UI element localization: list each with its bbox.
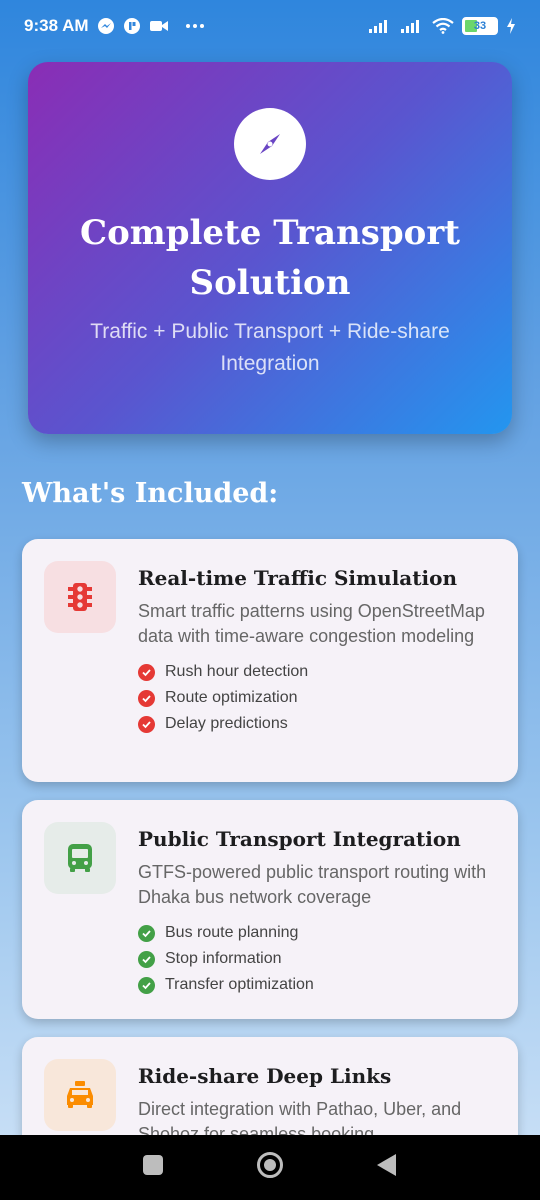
taxi-icon (44, 1059, 116, 1131)
feature-point: Delay predictions (165, 715, 288, 732)
feature-point: Stop information (165, 950, 282, 967)
status-right: 33 (368, 17, 516, 35)
list-item: Route optimization (138, 685, 498, 711)
charging-icon (506, 18, 516, 34)
feature-card-traffic[interactable]: Real-time Traffic Simulation Smart traff… (22, 539, 518, 782)
triangle-back-icon (377, 1154, 396, 1176)
bus-icon (44, 822, 116, 894)
list-item: Stop information (138, 946, 498, 972)
messenger-icon (97, 17, 115, 35)
circle-icon (257, 1152, 283, 1178)
status-left: 9:38 AM (24, 16, 205, 36)
status-bar: 9:38 AM 33 (0, 0, 540, 52)
more-icon (185, 23, 205, 29)
feature-description: Smart traffic patterns using OpenStreetM… (138, 601, 485, 646)
check-circle-icon (138, 950, 155, 968)
back-button[interactable] (376, 1153, 398, 1182)
check-circle-icon (138, 715, 155, 733)
list-item: Rush hour detection (138, 659, 498, 685)
square-icon (143, 1155, 163, 1175)
hero-title: Complete Transport Solution (80, 213, 460, 303)
list-item: Bus route planning (138, 920, 498, 946)
check-circle-icon (138, 924, 155, 942)
feature-description: GTFS-powered public transport routing wi… (138, 862, 487, 907)
feature-title: Public Transport Integration (138, 827, 461, 851)
feature-point: Rush hour detection (165, 663, 309, 680)
feature-point: Transfer optimization (165, 976, 314, 993)
section-title: What's Included: (22, 478, 279, 509)
signal-icon (368, 18, 392, 34)
compass-icon (234, 108, 306, 180)
hero-card: Complete Transport Solution Traffic + Pu… (28, 62, 512, 434)
status-time: 9:38 AM (24, 16, 89, 35)
feature-card-public-transport[interactable]: Public Transport Integration GTFS-powere… (22, 800, 518, 1019)
list-item: Transfer optimization (138, 972, 498, 998)
hero-subtitle: Traffic + Public Transport + Ride-share … (90, 320, 450, 375)
feature-body: Real-time Traffic Simulation Smart traff… (138, 563, 498, 737)
feature-body: Public Transport Integration GTFS-powere… (138, 824, 498, 998)
system-nav-bar (0, 1135, 540, 1200)
feature-points: Bus route planning Stop information Tran… (138, 920, 498, 998)
video-icon (149, 18, 169, 34)
battery-icon: 33 (462, 17, 498, 35)
feature-point: Route optimization (165, 689, 298, 706)
traffic-light-icon (44, 561, 116, 633)
wifi-icon (432, 18, 454, 34)
feature-points: Rush hour detection Route optimization D… (138, 659, 498, 737)
app-icon (123, 17, 141, 35)
list-item: Delay predictions (138, 711, 498, 737)
feature-title: Real-time Traffic Simulation (138, 566, 457, 590)
check-circle-icon (138, 689, 155, 707)
check-circle-icon (138, 663, 155, 681)
feature-title: Ride-share Deep Links (138, 1064, 392, 1088)
home-button[interactable] (256, 1151, 284, 1184)
battery-level: 33 (473, 20, 487, 32)
signal-icon-2 (400, 18, 424, 34)
check-circle-icon (138, 976, 155, 994)
recent-apps-button[interactable] (142, 1154, 164, 1181)
feature-point: Bus route planning (165, 924, 299, 941)
